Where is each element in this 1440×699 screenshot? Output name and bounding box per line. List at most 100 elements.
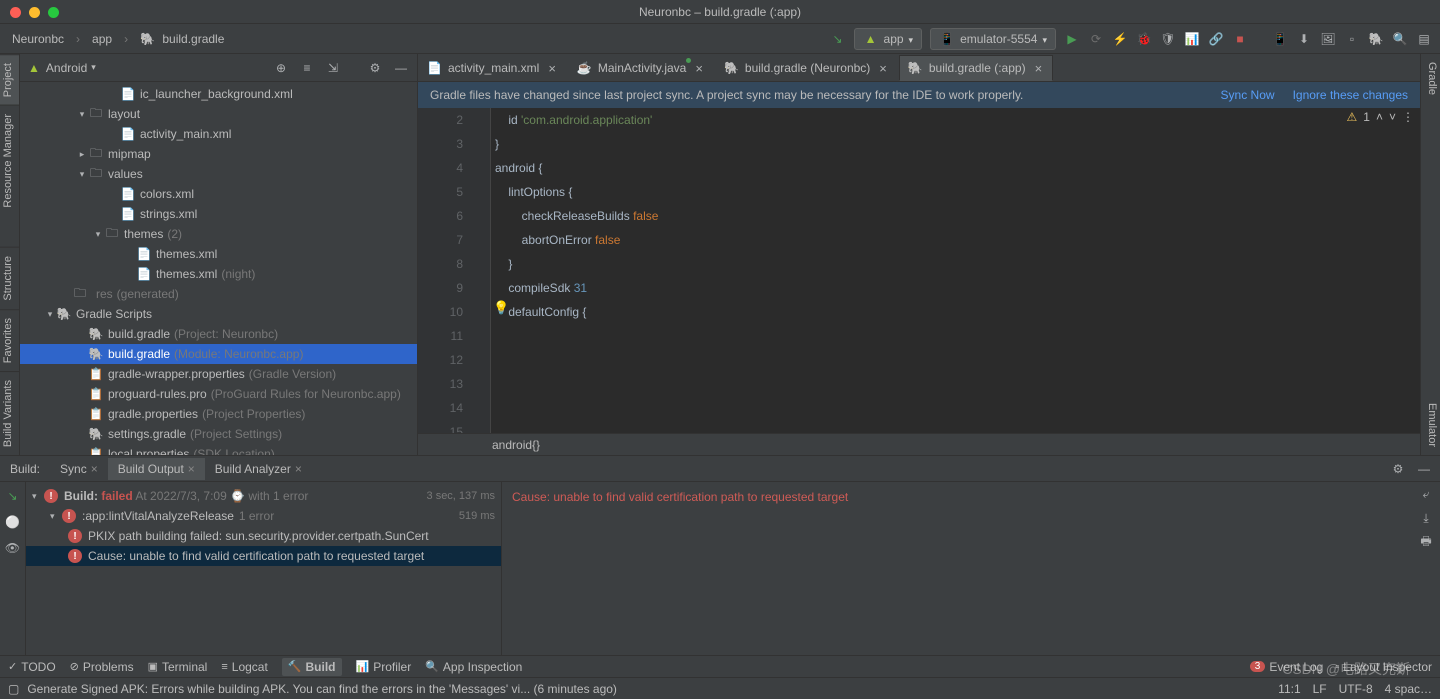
view-icon[interactable]: 👁 <box>5 540 21 556</box>
locate-icon[interactable]: ⊕ <box>273 60 289 76</box>
build-message-row[interactable]: !PKIX path building failed: sun.security… <box>26 526 501 546</box>
coverage-icon[interactable]: 🛡 <box>1160 31 1176 47</box>
stop-icon[interactable]: ■ <box>1232 31 1248 47</box>
editor-tab[interactable]: 🐘build.gradle (:app)× <box>899 55 1053 81</box>
build-subtab[interactable]: Build Output × <box>108 458 205 480</box>
ignore-changes-link[interactable]: Ignore these changes <box>1293 88 1408 102</box>
tree-node[interactable]: ▾🗀themes(2) <box>20 224 417 244</box>
tree-node[interactable]: ▾🗀values <box>20 164 417 184</box>
code-viewport[interactable]: ⚠ 1 ˄ ˅ ⋮ 23456789101112131415 💡 id 'com… <box>418 108 1420 433</box>
tab-terminal[interactable]: ▣ Terminal <box>148 660 208 674</box>
breadcrumb[interactable]: Neuronbc app 🐘 build.gradle <box>8 30 232 48</box>
minimize-window-icon[interactable] <box>29 7 40 18</box>
apply-code-icon[interactable]: ⚡ <box>1112 31 1128 47</box>
tab-event-log[interactable]: 3 Event Log <box>1250 660 1324 674</box>
close-tab-icon[interactable]: × <box>548 61 556 76</box>
build-message-row[interactable]: !Cause: unable to find valid certificati… <box>26 546 501 566</box>
tab-project[interactable]: Project <box>0 54 19 105</box>
build-settings-icon[interactable]: ⚙ <box>1390 461 1406 477</box>
tree-node[interactable]: 🐘build.gradle(Module: Neuronbc.app) <box>20 344 417 364</box>
settings-icon[interactable]: ▤ <box>1416 31 1432 47</box>
editor-breadcrumb[interactable]: android{} <box>418 433 1420 455</box>
debug-icon[interactable]: 🐞 <box>1136 31 1152 47</box>
status-line-sep[interactable]: LF <box>1313 682 1327 696</box>
sync-icon[interactable]: ↘ <box>830 31 846 47</box>
device-selector[interactable]: 📱 emulator-5554 <box>930 28 1056 50</box>
collapse-icon[interactable]: ⇲ <box>325 60 341 76</box>
crumb-file[interactable]: 🐘 build.gradle <box>136 30 232 48</box>
tree-node[interactable]: 🐘build.gradle(Project: Neuronbc) <box>20 324 417 344</box>
tree-node[interactable]: 📄colors.xml <box>20 184 417 204</box>
tab-build-variants[interactable]: Build Variants <box>0 371 19 455</box>
tab-favorites[interactable]: Favorites <box>0 309 19 371</box>
tree-node[interactable]: 📄strings.xml <box>20 204 417 224</box>
tab-emulator[interactable]: Emulator <box>1421 395 1440 455</box>
project-tree[interactable]: 📄ic_launcher_background.xml▾🗀layout📄acti… <box>20 82 417 455</box>
close-tab-icon[interactable]: × <box>695 61 703 76</box>
layout-inspector-icon[interactable]: ▫ <box>1344 31 1360 47</box>
build-message-row[interactable]: ▾!Build: failed At 2022/7/3, 7:09 ⌚ with… <box>26 486 501 506</box>
tab-todo[interactable]: ✓ TODO <box>8 660 56 674</box>
tab-app-inspection[interactable]: 🔍 App Inspection <box>425 660 522 674</box>
tree-node[interactable]: 📋proguard-rules.pro(ProGuard Rules for N… <box>20 384 417 404</box>
profile-icon[interactable]: 📊 <box>1184 31 1200 47</box>
search-icon[interactable]: 🔍 <box>1392 31 1408 47</box>
line-gutter[interactable]: 23456789101112131415 <box>418 108 473 433</box>
tab-profiler[interactable]: 📊 Profiler <box>356 660 412 674</box>
tab-layout-inspector[interactable]: ▫ Layout Inspector <box>1335 660 1432 674</box>
status-indent[interactable]: 4 spac… <box>1385 682 1432 696</box>
tree-node[interactable]: 📋gradle.properties(Project Properties) <box>20 404 417 424</box>
editor-tab[interactable]: ☕MainActivity.java× <box>568 55 714 81</box>
rerun-icon[interactable]: ↘ <box>5 488 21 504</box>
tab-problems[interactable]: ⊘ Problems <box>70 660 134 674</box>
build-output-text[interactable]: Cause: unable to find valid certificatio… <box>502 482 1440 655</box>
status-caret-pos[interactable]: 11:1 <box>1278 682 1300 696</box>
tree-node[interactable]: 🗀res(generated) <box>20 284 417 304</box>
build-subtab[interactable]: Build Analyzer × <box>205 458 312 480</box>
status-encoding[interactable]: UTF-8 <box>1339 682 1373 696</box>
expand-icon[interactable]: ≡ <box>299 60 315 76</box>
tree-node[interactable]: 📄themes.xml(night) <box>20 264 417 284</box>
build-message-row[interactable]: ▾!:app:lintVitalAnalyzeRelease1 error519… <box>26 506 501 526</box>
sdk-manager-icon[interactable]: ⬇ <box>1296 31 1312 47</box>
scroll-end-icon[interactable]: ⤓ <box>1418 510 1434 526</box>
run-icon[interactable]: ▶ <box>1064 31 1080 47</box>
tab-logcat[interactable]: ≡ Logcat <box>221 660 267 674</box>
build-hide-icon[interactable]: — <box>1416 461 1432 477</box>
print-icon[interactable]: 🖶 <box>1418 534 1434 550</box>
close-window-icon[interactable] <box>10 7 21 18</box>
tree-node[interactable]: 🐘settings.gradle(Project Settings) <box>20 424 417 444</box>
attach-debugger-icon[interactable]: 🔗 <box>1208 31 1224 47</box>
code-content[interactable]: id 'com.android.application'}android { l… <box>491 108 1420 433</box>
tree-node[interactable]: 📄themes.xml <box>20 244 417 264</box>
sync-now-link[interactable]: Sync Now <box>1221 88 1275 102</box>
close-tab-icon[interactable]: × <box>879 61 887 76</box>
avd-manager-icon[interactable]: 📱 <box>1272 31 1288 47</box>
project-view-label[interactable]: Android <box>46 61 87 75</box>
editor-tab[interactable]: 📄activity_main.xml× <box>418 55 567 81</box>
crumb-project[interactable]: Neuronbc <box>8 30 68 48</box>
build-subtab[interactable]: Sync × <box>50 458 108 480</box>
run-config-selector[interactable]: ▲ app <box>854 28 923 50</box>
status-icon[interactable]: ▢ <box>8 682 19 696</box>
gear-icon[interactable]: ⚙ <box>367 60 383 76</box>
apply-changes-icon[interactable]: ⟳ <box>1088 31 1104 47</box>
tab-structure[interactable]: Structure <box>0 247 19 309</box>
sync-gradle-icon[interactable]: 🐘 <box>1368 31 1384 47</box>
build-message-tree[interactable]: ▾!Build: failed At 2022/7/3, 7:09 ⌚ with… <box>26 482 501 655</box>
zoom-window-icon[interactable] <box>48 7 59 18</box>
resource-manager-icon[interactable]: 🖼 <box>1320 31 1336 47</box>
tree-node[interactable]: 📄ic_launcher_background.xml <box>20 84 417 104</box>
tab-build[interactable]: 🔨 Build <box>282 658 342 676</box>
tab-gradle[interactable]: Gradle <box>1421 54 1440 103</box>
hide-icon[interactable]: — <box>393 60 409 76</box>
tree-node[interactable]: ▸🗀mipmap <box>20 144 417 164</box>
tree-node[interactable]: 📄activity_main.xml <box>20 124 417 144</box>
fold-column[interactable]: 💡 <box>473 108 491 433</box>
editor-tab[interactable]: 🐘build.gradle (Neuronbc)× <box>715 55 898 81</box>
tree-node[interactable]: ▾🗀layout <box>20 104 417 124</box>
close-tab-icon[interactable]: × <box>1035 61 1043 76</box>
status-message[interactable]: Generate Signed APK: Errors while buildi… <box>27 682 617 696</box>
soft-wrap-icon[interactable]: ⤶ <box>1418 486 1434 502</box>
tree-node[interactable]: 📋gradle-wrapper.properties(Gradle Versio… <box>20 364 417 384</box>
